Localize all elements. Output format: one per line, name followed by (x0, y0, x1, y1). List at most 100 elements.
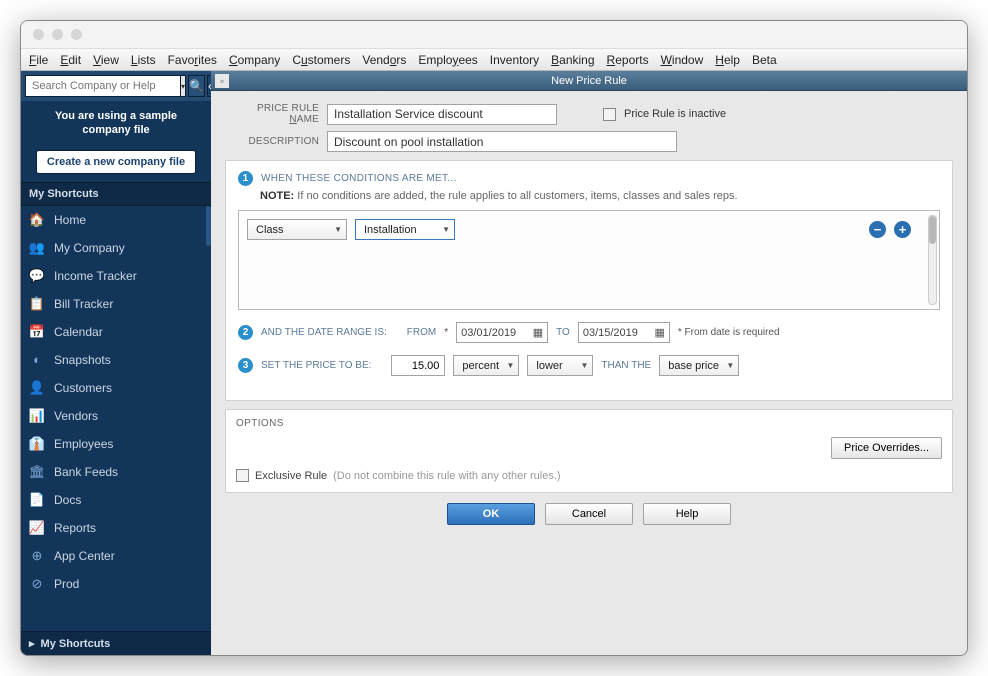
sidebar-item-label: App Center (54, 549, 115, 563)
step-1-badge: 1 (238, 171, 253, 186)
calendar-icon: ▦ (654, 326, 664, 339)
from-label: FROM (407, 327, 436, 338)
exclusive-rule-label: Exclusive Rule (255, 470, 327, 482)
search-button[interactable]: 🔍 (188, 75, 205, 97)
direction-dropdown[interactable]: lower▼ (527, 355, 593, 376)
search-scope-dropdown[interactable]: ▾ (181, 75, 186, 97)
help-button[interactable]: Help (643, 503, 731, 525)
sidebar-item-label: Docs (54, 493, 81, 507)
sidebar-item-calendar[interactable]: 📅Calendar (21, 318, 211, 346)
prod-icon: ⊘ (29, 576, 45, 592)
modal-title: New Price Rule (551, 75, 627, 87)
ok-button[interactable]: OK (447, 503, 535, 525)
menu-inventory[interactable]: Inventory (490, 53, 539, 67)
modal-titlebar: ▫ New Price Rule (211, 71, 967, 91)
add-condition-button[interactable]: + (894, 221, 911, 238)
remove-condition-button[interactable]: − (869, 221, 886, 238)
options-header: OPTIONS (226, 410, 952, 429)
sidebar-item-employees[interactable]: 👔Employees (21, 430, 211, 458)
menu-vendors[interactable]: Vendors (362, 53, 406, 67)
reports-icon: 📈 (29, 520, 45, 536)
menu-window[interactable]: Window (661, 53, 704, 67)
sidebar-item-docs[interactable]: 📄 Docs (21, 486, 211, 514)
expand-icon[interactable]: ▫ (215, 74, 229, 88)
condition-value-dropdown[interactable]: Installation▼ (355, 219, 455, 240)
income-tracker-icon: 💬 (29, 268, 45, 284)
sidebar-scrollbar[interactable] (206, 206, 211, 246)
vendors-icon: 📊 (29, 408, 45, 424)
calendar-icon: 📅 (29, 324, 45, 340)
shortcuts-expand-icon: ▸ (29, 637, 35, 650)
unit-dropdown[interactable]: percent▼ (453, 355, 519, 376)
condition-field-dropdown[interactable]: Class▼ (247, 219, 347, 240)
sidebar-item-vendors[interactable]: 📊 Vendors (21, 402, 211, 430)
sidebar-item-app-center[interactable]: ⊕App Center (21, 542, 211, 570)
description-input[interactable] (327, 131, 677, 152)
shortcuts-header-2[interactable]: ▸ My Shortcuts (21, 631, 211, 655)
to-date-input[interactable]: 03/15/2019▦ (578, 322, 670, 343)
menu-beta[interactable]: Beta (752, 53, 777, 67)
bill-tracker-icon: 📋 (29, 296, 45, 312)
create-company-file-button[interactable]: Create a new company file (36, 150, 196, 174)
sidebar-item-snapshots[interactable]: ◐Snapshots (21, 346, 211, 374)
sidebar-item-bill-tracker[interactable]: 📋Bill Tracker (21, 290, 211, 318)
step-2-badge: 2 (238, 325, 253, 340)
search-icon: 🔍 (189, 79, 204, 93)
zoom-icon[interactable] (71, 29, 82, 40)
main-content: ▫ New Price Rule PRICE RULE NAME Price R… (211, 71, 967, 655)
shortcuts-header: My Shortcuts (21, 182, 211, 206)
sidebar-item-label: Income Tracker (54, 269, 137, 283)
menu-company[interactable]: Company (229, 53, 280, 67)
menu-help[interactable]: Help (715, 53, 740, 67)
sidebar-item-label: My Company (54, 241, 125, 255)
sidebar-item-customers[interactable]: 👤Customers (21, 374, 211, 402)
inactive-checkbox[interactable] (603, 108, 616, 121)
step-2-header: AND THE DATE RANGE IS: (261, 327, 387, 338)
chevron-down-icon: ▼ (580, 361, 588, 370)
menu-banking[interactable]: Banking (551, 53, 594, 67)
menu-reports[interactable]: Reports (607, 53, 649, 67)
chevron-down-icon: ▼ (442, 225, 450, 234)
bank-feeds-icon: 🏛 (29, 464, 45, 480)
cancel-button[interactable]: Cancel (545, 503, 633, 525)
titlebar (21, 21, 967, 49)
sidebar-item-income-tracker[interactable]: 💬 Income Tracker (21, 262, 211, 290)
conditions-scrollbar[interactable] (928, 215, 937, 305)
docs-icon: 📄 (29, 492, 45, 508)
menu-lists[interactable]: Lists (131, 53, 156, 67)
sidebar-item-prod[interactable]: ⊘Prod (21, 570, 211, 598)
chevron-down-icon: ▼ (334, 225, 342, 234)
close-icon[interactable] (33, 29, 44, 40)
sidebar-item-bank-feeds[interactable]: 🏛 Bank Feeds (21, 458, 211, 486)
exclusive-rule-hint: (Do not combine this rule with any other… (333, 470, 560, 482)
calendar-icon: ▦ (533, 326, 543, 339)
description-label: DESCRIPTION (225, 136, 319, 147)
sidebar-item-label: Vendors (54, 409, 98, 423)
sidebar-item-label: Home (54, 213, 86, 227)
from-date-input[interactable]: 03/01/2019▦ (456, 322, 548, 343)
price-overrides-button[interactable]: Price Overrides... (831, 437, 942, 459)
sidebar-item-my-company[interactable]: 👥My Company (21, 234, 211, 262)
basis-dropdown[interactable]: base price▼ (659, 355, 739, 376)
sidebar-item-home[interactable]: 🏠Home (21, 206, 211, 234)
search-input[interactable] (25, 75, 181, 97)
minimize-icon[interactable] (52, 29, 63, 40)
price-rule-name-input[interactable] (327, 104, 557, 125)
menu-file[interactable]: File (29, 53, 48, 67)
menu-view[interactable]: View (93, 53, 119, 67)
amount-input[interactable] (391, 355, 445, 376)
inactive-label: Price Rule is inactive (624, 108, 726, 120)
sidebar-item-reports[interactable]: 📈Reports (21, 514, 211, 542)
menu-favorites[interactable]: Favorites (168, 53, 217, 67)
chevron-down-icon: ▼ (506, 361, 514, 370)
to-label: TO (556, 327, 570, 338)
from-required-note: From date is required (678, 327, 780, 338)
menu-employees[interactable]: Employees (418, 53, 477, 67)
exclusive-rule-checkbox[interactable] (236, 469, 249, 482)
sidebar: ▾ 🔍 ‹ You are using a sample company fil… (21, 71, 211, 655)
sidebar-item-label: Customers (54, 381, 112, 395)
menu-edit[interactable]: Edit (60, 53, 81, 67)
than-the-label: THAN THE (601, 360, 651, 371)
menu-customers[interactable]: Customers (292, 53, 350, 67)
sidebar-item-label: Bank Feeds (54, 465, 118, 479)
